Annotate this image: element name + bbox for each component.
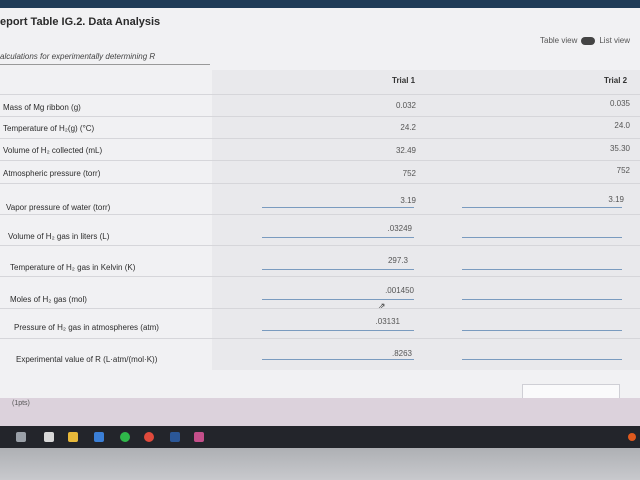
browser-top-bar	[0, 0, 640, 8]
trial2-input[interactable]: 3.19	[564, 195, 624, 204]
trial1-input[interactable]: .03249	[352, 224, 412, 233]
trial2-input-line[interactable]	[462, 359, 622, 360]
trial2-input-line[interactable]	[462, 330, 622, 331]
trial2-input-line[interactable]	[462, 269, 622, 270]
list-view-label[interactable]: List view	[599, 36, 630, 45]
table-row: Mass of Mg ribbon (g) 0.032 0.035	[0, 94, 640, 117]
table-row: Vapor pressure of water (torr) 3.19 3.19	[0, 183, 640, 214]
table-row: Volume of H₂ gas in liters (L) .03249	[0, 214, 640, 245]
trial1-input-line[interactable]	[262, 269, 414, 270]
trial2-input-line[interactable]	[462, 207, 622, 208]
row-label: Vapor pressure of water (torr)	[6, 203, 111, 212]
row-label: Temperature of H₂ gas in Kelvin (K)	[10, 263, 136, 272]
trial2-value: 35.30	[609, 144, 630, 153]
notification-icon[interactable]	[628, 433, 636, 441]
spotify-icon[interactable]	[120, 432, 130, 442]
trial1-input[interactable]: 297.3	[348, 256, 408, 265]
task-view-icon[interactable]	[16, 432, 26, 442]
row-label: Pressure of H₂ gas in atmospheres (atm)	[14, 323, 159, 332]
row-label: Volume of H₂ collected (mL)	[3, 146, 103, 155]
trial1-input[interactable]: .8263	[352, 349, 412, 358]
trial2-value: 24.0	[614, 121, 630, 130]
trial1-value: 32.49	[395, 146, 416, 155]
row-label: Mass of Mg ribbon (g)	[3, 103, 81, 112]
trial1-value: 24.2	[400, 123, 416, 132]
section-subtitle: alculations for experimentally determini…	[0, 52, 156, 61]
trial1-input-line[interactable]	[262, 237, 414, 238]
header-trial-1: Trial 1	[392, 76, 416, 85]
row-label: Volume of H₂ gas in liters (L)	[8, 232, 110, 241]
table-row: Atmospheric pressure (torr) 752 752	[0, 160, 640, 183]
view-toggle[interactable]: Table view List view	[540, 36, 630, 45]
trial1-input-line[interactable]	[262, 299, 414, 300]
table-row: Temperature of H₂(g) (°C) 24.2 24.0	[0, 116, 640, 139]
monitor-bezel	[0, 448, 640, 480]
row-label: Moles of H₂ gas (mol)	[10, 295, 87, 304]
table-row: Experimental value of R (L·atm/(mol·K)) …	[0, 338, 640, 369]
trial1-input-line[interactable]	[262, 359, 414, 360]
trial1-input[interactable]: 3.19	[356, 196, 416, 205]
page-title: eport Table IG.2. Data Analysis	[0, 16, 161, 28]
row-label: Experimental value of R (L·atm/(mol·K))	[16, 355, 158, 364]
trial2-input-line[interactable]	[462, 299, 622, 300]
trial2-input-line[interactable]	[462, 237, 622, 238]
trial2-value: 752	[616, 166, 630, 175]
subtitle-divider	[0, 64, 210, 65]
view-switch[interactable]	[581, 36, 596, 45]
trial1-value: 0.032	[395, 101, 416, 110]
file-explorer-icon[interactable]	[68, 432, 78, 442]
table-view-label[interactable]: Table view	[540, 36, 577, 45]
chrome-icon[interactable]	[144, 432, 154, 442]
mail-icon[interactable]	[94, 432, 104, 442]
trial1-input[interactable]: .03131	[340, 317, 400, 326]
calendar-icon[interactable]	[44, 432, 54, 442]
table-row: Temperature of H₂ gas in Kelvin (K) 297.…	[0, 245, 640, 276]
trial1-input[interactable]: .001450	[354, 286, 414, 295]
trial2-value: 0.035	[609, 99, 630, 108]
trial1-input-line[interactable]	[262, 330, 414, 331]
app-icon[interactable]	[194, 432, 204, 442]
header-trial-2: Trial 2	[604, 76, 628, 85]
question-footer	[0, 398, 640, 426]
table-row: Pressure of H₂ gas in atmospheres (atm) …	[0, 308, 640, 339]
trial1-value: 752	[402, 169, 416, 178]
table-row: Moles of H₂ gas (mol) .001450 ⇗	[0, 276, 640, 311]
row-label: Temperature of H₂(g) (°C)	[3, 124, 95, 133]
row-label: Atmospheric pressure (torr)	[3, 169, 101, 178]
table-row: Volume of H₂ collected (mL) 32.49 35.30	[0, 138, 640, 161]
word-icon[interactable]	[170, 432, 180, 442]
trial1-input-line[interactable]	[262, 207, 414, 208]
points-label: (1pts)	[12, 400, 30, 407]
